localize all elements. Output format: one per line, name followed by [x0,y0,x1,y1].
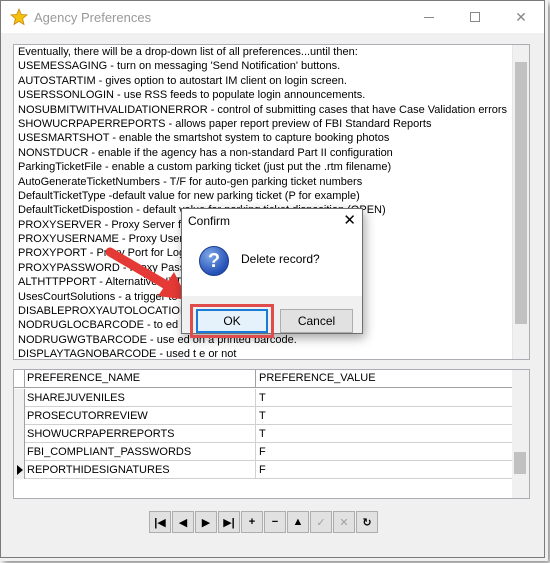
prior-record-icon[interactable]: ◀ [172,511,194,533]
last-record-icon[interactable]: ▶| [218,511,240,533]
description-line: SHOWUCRPAPERREPORTS - allows paper repor… [18,117,432,130]
dialog-close-icon[interactable]: ✕ [343,211,356,229]
minimize-icon [424,16,434,18]
insert-record-icon[interactable]: + [241,511,263,533]
ok-button[interactable]: OK [196,309,268,333]
star-icon [10,8,28,26]
preferences-grid[interactable]: PREFERENCE_NAME PREFERENCE_VALUE SHAREJU… [13,369,530,499]
preference-name-cell[interactable]: SHOWUCRPAPERREPORTS [25,425,256,443]
first-record-icon[interactable]: |◀ [149,511,171,533]
table-row[interactable]: FBI_COMPLIANT_PASSWORDS F [14,443,512,461]
description-line: AutoGenerateTicketNumbers - T/F for auto… [18,175,363,188]
record-navigator: |◀ ◀ ▶ ▶| + − ▲ ✓ ✕ ↻ [149,511,378,535]
column-header-value[interactable]: PREFERENCE_VALUE [256,370,456,388]
description-line: DefaultTicketType -default value for new… [18,189,360,202]
table-row[interactable]: SHOWUCRPAPERREPORTS T [14,425,512,443]
dialog-message: Delete record? [241,252,320,266]
column-header-name[interactable]: PREFERENCE_NAME [25,370,256,388]
dialog-body: ? Delete record? OK Cancel [182,232,362,338]
description-line: NOSUBMITWITHVALIDATIONERROR - control of… [18,103,508,116]
row-indicator[interactable] [14,443,25,461]
close-icon: ✕ [515,8,527,25]
grid-header: PREFERENCE_NAME PREFERENCE_VALUE [14,370,512,388]
preference-name-cell[interactable]: REPORTHIDESIGNATURES [25,461,256,479]
question-icon: ? [199,246,229,276]
table-row[interactable]: REPORTHIDESIGNATURES F [14,461,512,479]
description-line: USERSSONLOGIN - use RSS feeds to populat… [18,89,366,102]
grid-scroll-thumb[interactable] [514,452,526,474]
description-line: DISPLAYTAGNOBARCODE - used t e or not [18,348,237,360]
delete-record-icon[interactable]: − [264,511,286,533]
maximize-button[interactable] [452,1,498,33]
row-indicator[interactable] [14,407,25,425]
description-line: USESMARTSHOT - enable the smartshot syst… [18,132,390,145]
close-button[interactable]: ✕ [498,1,544,33]
description-line: AUTOSTARTIM - gives option to autostart … [18,74,347,87]
cancel-button[interactable]: Cancel [280,309,353,333]
preference-value-cell[interactable]: T [256,425,456,443]
description-line: Eventually, there will be a drop-down li… [18,46,358,58]
window-title: Agency Preferences [34,10,152,25]
dialog-title-bar: Confirm ✕ [182,209,362,232]
preference-value-cell[interactable]: T [256,407,456,425]
description-scrollbar[interactable] [512,45,529,359]
minimize-button[interactable] [406,1,452,33]
description-line: NONSTDUCR - enable if the agency has a n… [18,146,393,159]
edit-record-icon[interactable]: ▲ [287,511,309,533]
row-indicator[interactable] [14,389,25,407]
preference-name-cell[interactable]: FBI_COMPLIANT_PASSWORDS [25,443,256,461]
dialog-title: Confirm [188,214,231,228]
description-line: ParkingTicketFile - enable a custom park… [18,161,392,174]
post-edit-icon[interactable]: ✓ [310,511,332,533]
preference-name-cell[interactable]: SHAREJUVENILES [25,389,256,407]
row-indicator[interactable] [14,461,25,479]
scroll-thumb[interactable] [515,62,527,324]
preference-name-cell[interactable]: PROSECUTORREVIEW [25,407,256,425]
preference-value-cell[interactable]: F [256,461,456,479]
header-indicator [14,370,25,388]
table-row[interactable]: SHAREJUVENILES T [14,389,512,407]
maximize-icon [470,12,480,22]
confirm-dialog: Confirm ✕ ? Delete record? OK Cancel [181,208,363,338]
next-record-icon[interactable]: ▶ [195,511,217,533]
preference-value-cell[interactable]: T [256,389,456,407]
preference-value-cell[interactable]: F [256,443,456,461]
row-indicator[interactable] [14,425,25,443]
cancel-edit-icon[interactable]: ✕ [333,511,355,533]
title-bar: Agency Preferences ✕ [1,1,544,33]
refresh-data-icon[interactable]: ↻ [356,511,378,533]
dialog-footer: OK Cancel [182,296,362,338]
table-row[interactable]: PROSECUTORREVIEW T [14,407,512,425]
description-line: USEMESSAGING - turn on messaging 'Send N… [18,60,341,73]
grid-scrollbar[interactable] [512,370,529,498]
